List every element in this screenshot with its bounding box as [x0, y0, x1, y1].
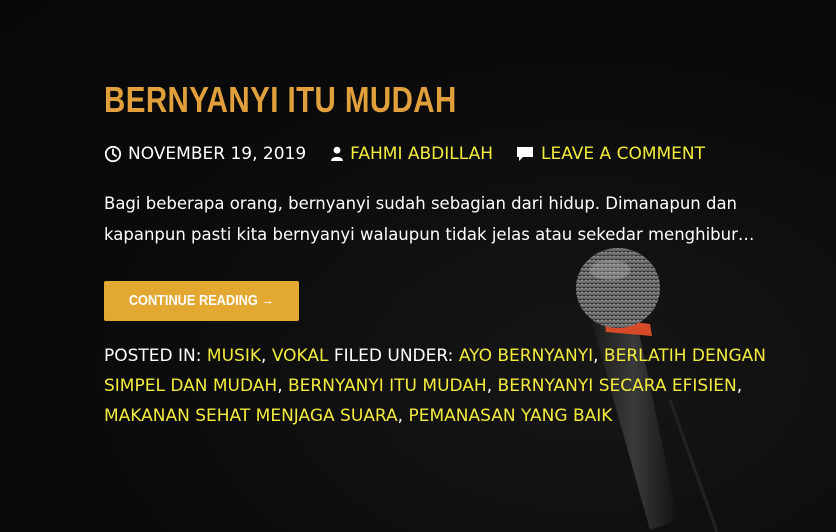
post-date-text: NOVEMBER 19, 2019 — [128, 144, 307, 164]
user-icon — [330, 146, 344, 162]
link-separator: , — [736, 375, 743, 396]
category-list: MUSIK, VOKAL — [207, 346, 334, 366]
post-meta: NOVEMBER 19, 2019 FAHMI ABDILLAH LEAVE A… — [104, 142, 804, 166]
comment-icon — [515, 145, 535, 163]
link-separator: , — [261, 345, 272, 366]
tag-link[interactable]: BERNYANYI SECARA EFISIEN — [498, 376, 737, 396]
leave-comment-text: LEAVE A COMMENT — [541, 144, 706, 164]
post-author[interactable]: FAHMI ABDILLAH — [330, 142, 493, 166]
link-separator: , — [397, 405, 409, 426]
page: BERNYANYI ITU MUDAH NOVEMBER 19, 2019 FA… — [0, 0, 836, 532]
post-date[interactable]: NOVEMBER 19, 2019 — [104, 142, 306, 166]
blog-post: BERNYANYI ITU MUDAH NOVEMBER 19, 2019 FA… — [104, 76, 804, 431]
post-title[interactable]: BERNYANYI ITU MUDAH — [104, 76, 678, 124]
tag-link[interactable]: AYO BERNYANYI — [459, 346, 593, 366]
clock-icon — [104, 145, 122, 163]
post-taxonomy: POSTED IN: MUSIK, VOKAL FILED UNDER: AYO… — [104, 341, 804, 431]
continue-reading-button[interactable]: CONTINUE READING → — [104, 280, 299, 321]
post-excerpt: Bagi beberapa orang, bernyanyi sudah seb… — [104, 194, 755, 244]
leave-comment-link[interactable]: LEAVE A COMMENT — [515, 142, 705, 166]
continue-reading-label: CONTINUE READING → — [128, 291, 275, 309]
posted-in-label: POSTED IN: — [104, 345, 202, 366]
link-separator: , — [277, 375, 289, 396]
category-link[interactable]: VOKAL — [272, 346, 329, 366]
post-author-text: FAHMI ABDILLAH — [350, 144, 494, 164]
tag-link[interactable]: PEMANASAN YANG BAIK — [408, 406, 612, 426]
link-separator: , — [486, 375, 498, 396]
category-link[interactable]: MUSIK — [207, 346, 261, 366]
tag-link[interactable]: BERNYANYI ITU MUDAH — [288, 376, 487, 396]
filed-under-label: FILED UNDER: — [333, 345, 454, 366]
tag-link[interactable]: MAKANAN SEHAT MENJAGA SUARA — [104, 406, 398, 426]
link-separator: , — [593, 345, 604, 366]
